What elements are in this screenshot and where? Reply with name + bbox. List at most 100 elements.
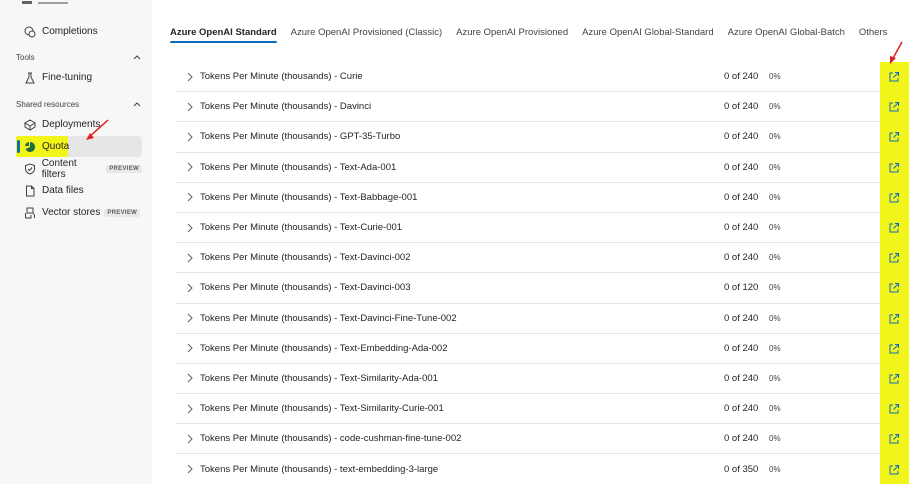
tab-azure-openai-standard[interactable]: Azure OpenAI Standard [170, 26, 277, 46]
external-link-icon[interactable] [888, 342, 902, 356]
external-link-icon[interactable] [888, 463, 902, 477]
sidebar-item-label: Data files [42, 185, 84, 196]
chevron-right-icon[interactable] [182, 370, 198, 386]
external-link-icon[interactable] [888, 70, 902, 84]
quota-percent: 0% [769, 464, 781, 474]
external-link-icon[interactable] [888, 432, 902, 446]
external-link-icon[interactable] [888, 100, 902, 114]
chevron-right-icon[interactable] [182, 159, 198, 175]
quota-row[interactable]: Tokens Per Minute (thousands) - Text-Sim… [176, 364, 909, 395]
chevron-right-icon[interactable] [182, 129, 198, 145]
sidebar-item-label: Fine-tuning [42, 72, 93, 83]
sidebar-item-fine-tuning[interactable]: Fine-tuning [16, 67, 142, 88]
chevron-up-icon[interactable] [132, 99, 142, 109]
chevron-right-icon[interactable] [182, 189, 198, 205]
sidebar-item-label: Quota [42, 141, 70, 152]
quota-row[interactable]: Tokens Per Minute (thousands) - Text-Ada… [176, 153, 909, 183]
quota-row[interactable]: Tokens Per Minute (thousands) - Davinci 0… [176, 92, 909, 123]
chevron-up-icon[interactable] [132, 52, 142, 62]
quota-usage: 0 of 240 [724, 252, 759, 264]
quota-name: Tokens Per Minute (thousands) - Text-Sim… [200, 403, 444, 415]
chevron-right-icon[interactable] [182, 310, 198, 326]
sidebar-item-vector-stores[interactable]: Vector stores PREVIEW [16, 202, 142, 223]
quota-percent: 0% [769, 283, 781, 293]
shield-icon [22, 161, 38, 177]
tab-azure-openai-provisioned[interactable]: Azure OpenAI Provisioned [456, 26, 568, 46]
quota-row[interactable]: Tokens Per Minute (thousands) - GPT-35-T… [176, 122, 909, 153]
external-link-icon[interactable] [888, 402, 902, 416]
quota-name: Tokens Per Minute (thousands) - Text-Sim… [200, 372, 438, 384]
quota-row[interactable]: Tokens Per Minute (thousands) - Text-Sim… [176, 394, 909, 425]
chevron-right-icon[interactable] [182, 99, 198, 115]
quota-percent: 0% [769, 192, 781, 202]
highlight-column [880, 62, 909, 484]
sidebar-item-label: Content filters [41, 157, 77, 180]
section-tools[interactable]: Tools [16, 52, 142, 62]
chevron-right-icon[interactable] [182, 461, 198, 477]
tab-azure-openai-global-batch[interactable]: Azure OpenAI Global-Batch [728, 26, 845, 46]
quota-row[interactable]: Tokens Per Minute (thousands) - Curie 0 o… [176, 62, 909, 93]
chevron-right-icon[interactable] [182, 220, 198, 236]
annotation-arrow [890, 41, 903, 64]
chevron-right-icon[interactable] [182, 250, 198, 266]
file-icon [22, 183, 38, 199]
sidebar-item-data-files[interactable]: Data files [16, 180, 142, 201]
preview-badge: PREVIEW [104, 208, 141, 217]
external-link-icon[interactable] [888, 130, 902, 144]
quota-row[interactable]: Tokens Per Minute (thousands) - text-emb… [176, 454, 909, 484]
quota-usage: 0 of 120 [724, 282, 759, 294]
external-link-icon[interactable] [888, 251, 902, 265]
quota-percent: 0% [769, 223, 781, 233]
external-link-icon[interactable] [888, 191, 902, 205]
sidebar-item-quota[interactable]: Quota [16, 136, 142, 157]
quota-usage: 0 of 240 [724, 131, 759, 143]
chevron-right-icon[interactable] [182, 401, 198, 417]
preview-badge: PREVIEW [106, 164, 142, 173]
quota-name: Tokens Per Minute (thousands) - Text-Dav… [200, 282, 411, 294]
quota-usage: 0 of 240 [724, 403, 759, 415]
quota-row[interactable]: Tokens Per Minute (thousands) - Text-Bab… [176, 183, 909, 213]
chevron-right-icon[interactable] [182, 280, 198, 296]
quota-row[interactable]: Tokens Per Minute (thousands) - code-cus… [176, 424, 909, 455]
chat-icon [22, 24, 38, 40]
vector-store-icon [22, 205, 38, 221]
tab-azure-openai-provisioned-classic[interactable]: Azure OpenAI Provisioned (Classic) [291, 26, 443, 46]
external-link-icon[interactable] [888, 372, 902, 386]
flask-icon [22, 70, 38, 86]
sidebar-item-deployments[interactable]: Deployments [16, 114, 142, 135]
quota-usage: 0 of 240 [724, 161, 759, 173]
quota-row[interactable]: Tokens Per Minute (thousands) - Text-Dav… [176, 243, 909, 274]
external-link-icon[interactable] [888, 312, 902, 326]
external-link-icon[interactable] [888, 281, 902, 295]
external-link-icon[interactable] [888, 221, 902, 235]
quota-list: Tokens Per Minute (thousands) - Curie 0 o… [176, 62, 909, 484]
chevron-right-icon[interactable] [182, 431, 198, 447]
sidebar-item-completions[interactable]: Completions [16, 21, 142, 42]
annotation-arrow [86, 119, 109, 140]
quota-name: Tokens Per Minute (thousands) - Text-Cur… [200, 222, 403, 234]
quota-row[interactable]: Tokens Per Minute (thousands) - Text-Dav… [176, 304, 909, 334]
main-content: Azure OpenAI Standard Azure OpenAI Provi… [152, 0, 909, 484]
tab-azure-openai-global-standard[interactable]: Azure OpenAI Global-Standard [582, 26, 714, 46]
chevron-right-icon[interactable] [182, 69, 198, 85]
quota-name: Tokens Per Minute (thousands) - Text-Ada… [200, 161, 397, 173]
chevron-right-icon[interactable] [182, 340, 198, 356]
quota-name: Tokens Per Minute (thousands) - Davinci [200, 101, 372, 113]
quota-name: Tokens Per Minute (thousands) - code-cus… [200, 433, 462, 445]
quota-row[interactable]: Tokens Per Minute (thousands) - Text-Dav… [176, 273, 909, 304]
sidebar-item-content-filters[interactable]: Content filters PREVIEW [16, 157, 142, 180]
quota-percent: 0% [769, 162, 781, 172]
quota-name: Tokens Per Minute (thousands) - text-emb… [200, 463, 439, 475]
quota-row[interactable]: Tokens Per Minute (thousands) - Text-Emb… [176, 334, 909, 364]
external-link-icon[interactable] [888, 161, 902, 175]
pie-chart-icon [22, 139, 38, 155]
quota-usage: 0 of 240 [724, 433, 759, 445]
section-title: Shared resources [16, 99, 80, 109]
active-indicator [17, 140, 20, 153]
quota-usage: 0 of 240 [724, 312, 759, 324]
quota-usage: 0 of 240 [724, 71, 759, 83]
section-shared-resources[interactable]: Shared resources [16, 99, 142, 109]
quota-row[interactable]: Tokens Per Minute (thousands) - Text-Cur… [176, 213, 909, 244]
quota-usage: 0 of 350 [724, 463, 759, 475]
quota-percent: 0% [769, 132, 781, 142]
